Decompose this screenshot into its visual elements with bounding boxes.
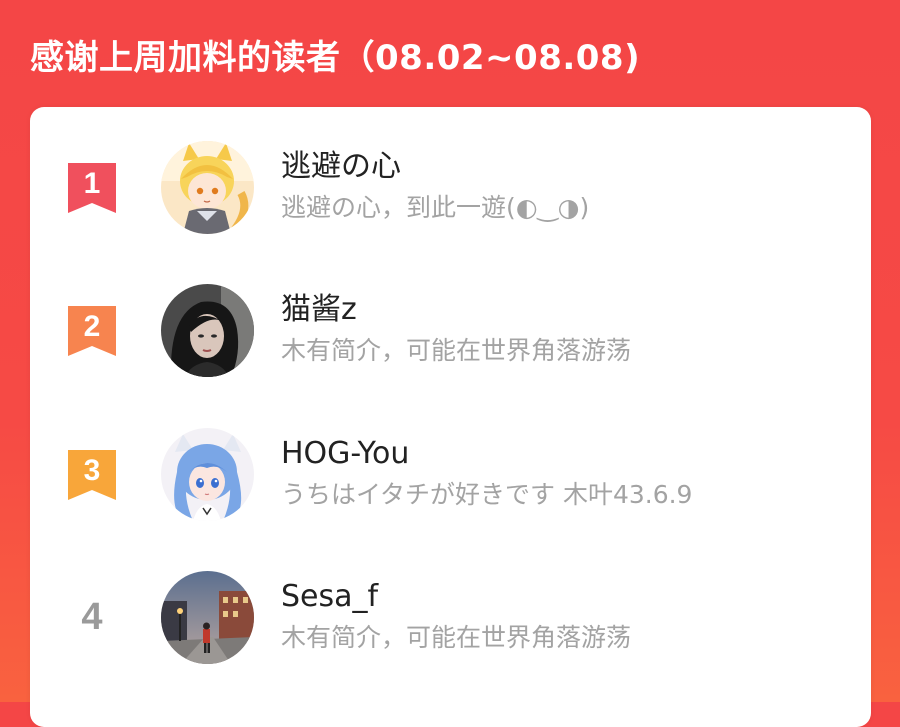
reader-row[interactable]: 3 HOG-You うちはイタチが好きです 木叶43.6.9: [30, 424, 871, 524]
reader-bio: うちはイタチが好きです 木叶43.6.9: [281, 480, 693, 509]
anime-fox-boy-avatar-icon: [161, 141, 254, 234]
reader-bio: 木有简介，可能在世界角落游荡: [281, 336, 632, 365]
reader-list-card: 1 逃避の心 逃避の心，到此一遊(◐‿◑) 2 猫酱z 木有简介，可能在世界角落…: [30, 107, 871, 727]
reader-row[interactable]: 2 猫酱z 木有简介，可能在世界角落游荡: [30, 280, 871, 380]
woman-photo-avatar-icon: [161, 284, 254, 377]
avatar[interactable]: [161, 284, 254, 377]
ribbon-badge-icon: 2: [68, 306, 116, 356]
reader-bio: 逃避の心，到此一遊(◐‿◑): [281, 193, 590, 222]
avatar[interactable]: [161, 428, 254, 521]
rank-badge-3: 3: [68, 450, 116, 500]
reader-row[interactable]: 1 逃避の心 逃避の心，到此一遊(◐‿◑): [30, 137, 871, 237]
anime-blue-hair-girl-avatar-icon: [161, 428, 254, 521]
reader-name[interactable]: 猫酱z: [281, 288, 357, 332]
avatar[interactable]: [161, 141, 254, 234]
reader-row[interactable]: 4 Sesa_f 木有简介，可能在世界角落游荡: [30, 567, 871, 667]
reader-name[interactable]: 逃避の心: [281, 145, 401, 189]
street-photo-avatar-icon: [161, 571, 254, 664]
rank-number: 3: [84, 454, 101, 487]
reader-name[interactable]: Sesa_f: [281, 575, 378, 619]
avatar[interactable]: [161, 571, 254, 664]
rank-badge-1: 1: [68, 163, 116, 213]
rank-number-plain: 4: [81, 596, 103, 638]
page-title: 感谢上周加料的读者（08.02~08.08): [30, 38, 641, 78]
rank-number: 2: [84, 310, 101, 343]
rank-badge-2: 2: [68, 306, 116, 356]
ribbon-badge-icon: 3: [68, 450, 116, 500]
reader-bio: 木有简介，可能在世界角落游荡: [281, 623, 632, 652]
rank-number: 1: [84, 167, 101, 200]
reader-name[interactable]: HOG-You: [281, 432, 409, 476]
ribbon-badge-icon: 1: [68, 163, 116, 213]
